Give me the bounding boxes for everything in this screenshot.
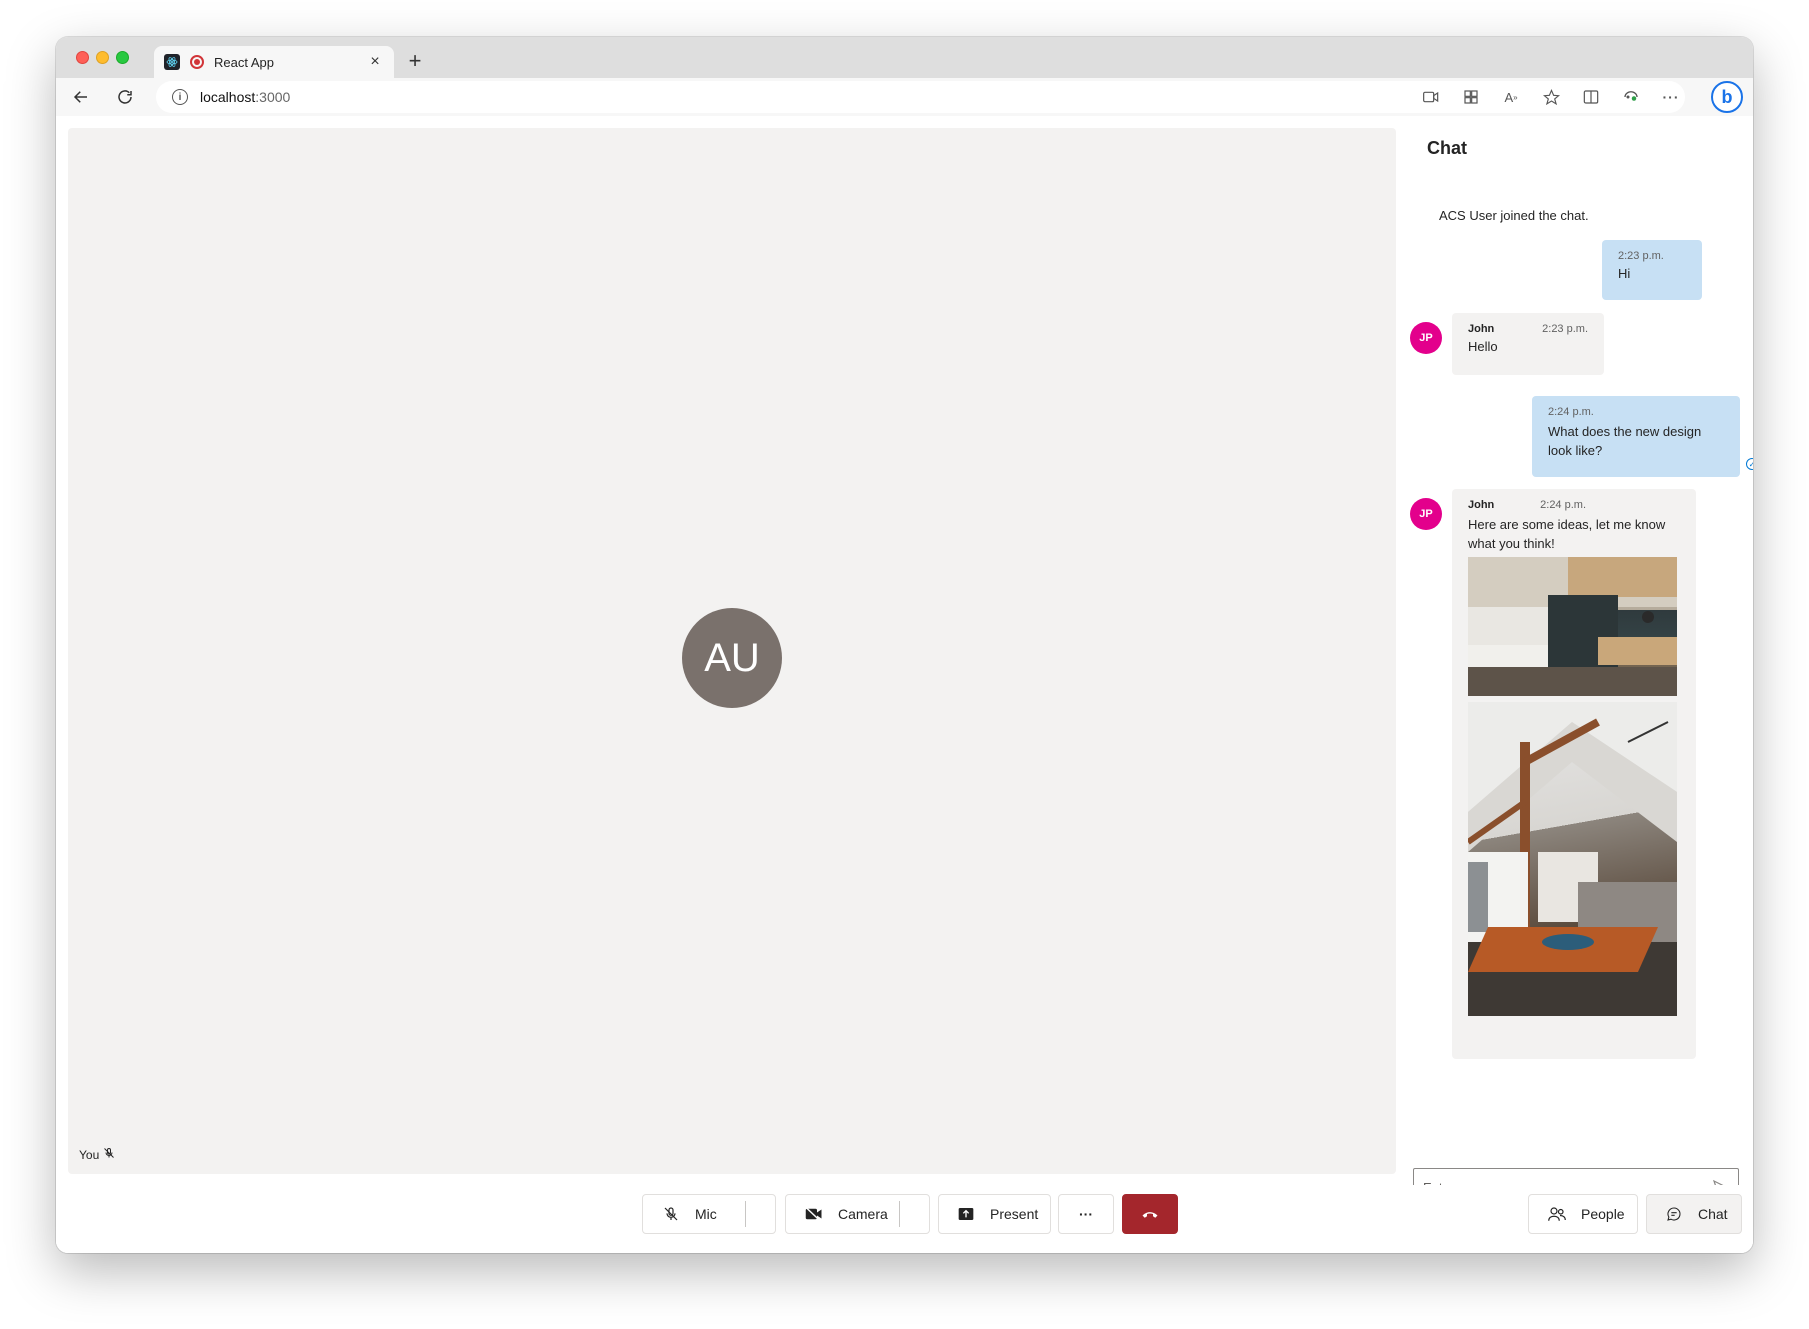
chat-toggle-button[interactable]: Chat bbox=[1646, 1194, 1742, 1234]
mic-label: Mic bbox=[695, 1206, 717, 1222]
people-label: People bbox=[1581, 1206, 1625, 1222]
bing-copilot-icon[interactable]: b bbox=[1711, 81, 1743, 113]
message-text: What does the new design look like? bbox=[1548, 424, 1702, 458]
chat-title: Chat bbox=[1427, 138, 1467, 158]
mic-off-icon bbox=[661, 1206, 681, 1222]
camera-permission-icon[interactable] bbox=[1421, 87, 1441, 107]
minimize-window-button[interactable] bbox=[96, 51, 109, 64]
message-time: 2:24 p.m. bbox=[1540, 499, 1586, 511]
chat-pane: Chat ACS User joined the chat. 2:23 p.m.… bbox=[1406, 116, 1753, 1206]
address-bar: i localhost:3000 A» ··· b bbox=[56, 78, 1753, 116]
video-stage: AU You bbox=[68, 128, 1396, 1174]
message-time: 2:23 p.m. bbox=[1618, 250, 1664, 262]
message-time: 2:24 p.m. bbox=[1548, 406, 1594, 418]
browser-window: React App × + i localhost:3000 A» ··· b… bbox=[56, 37, 1753, 1253]
chat-label: Chat bbox=[1698, 1206, 1728, 1222]
maximize-window-button[interactable] bbox=[116, 51, 129, 64]
message-text: Hello bbox=[1468, 339, 1498, 354]
close-window-button[interactable] bbox=[76, 51, 89, 64]
living-room-image[interactable] bbox=[1468, 702, 1677, 1016]
camera-label: Camera bbox=[838, 1206, 888, 1222]
app-content: AU You Chat ACS User joined the chat. 2:… bbox=[56, 116, 1753, 1253]
react-favicon-icon bbox=[164, 54, 180, 70]
hang-up-icon bbox=[1141, 1206, 1159, 1222]
message-bubble-mine[interactable]: 2:23 p.m. Hi bbox=[1602, 240, 1702, 300]
message-meta: John 2:24 p.m. bbox=[1468, 499, 1586, 511]
message-time: 2:23 p.m. bbox=[1542, 323, 1588, 335]
camera-split-divider bbox=[899, 1201, 900, 1227]
split-screen-icon[interactable] bbox=[1581, 87, 1601, 107]
people-button[interactable]: People bbox=[1528, 1194, 1638, 1234]
mic-button[interactable]: Mic bbox=[642, 1194, 776, 1234]
sender-avatar: JP bbox=[1410, 498, 1442, 530]
mic-muted-icon bbox=[103, 1147, 115, 1162]
present-button[interactable]: Present bbox=[938, 1194, 1051, 1234]
system-message: ACS User joined the chat. bbox=[1439, 208, 1589, 223]
kitchen-image[interactable] bbox=[1468, 557, 1677, 696]
message-bubble-other[interactable]: John 2:24 p.m. Here are some ideas, let … bbox=[1452, 489, 1696, 1059]
read-aloud-icon[interactable]: A» bbox=[1501, 87, 1521, 107]
url-port: :3000 bbox=[255, 89, 291, 105]
present-label: Present bbox=[990, 1206, 1039, 1222]
tab-title: React App bbox=[214, 54, 274, 70]
self-tile-label: You bbox=[79, 1147, 115, 1162]
people-icon bbox=[1547, 1206, 1567, 1222]
message-bubble-other[interactable]: John 2:23 p.m. Hello bbox=[1452, 313, 1604, 375]
more-options-icon[interactable]: ··· bbox=[1661, 87, 1681, 107]
call-controls-bar: Mic Camera Present ··· People Chat bbox=[56, 1185, 1753, 1253]
more-label: ··· bbox=[1079, 1206, 1093, 1222]
more-button[interactable]: ··· bbox=[1058, 1194, 1114, 1234]
share-screen-icon bbox=[956, 1207, 976, 1221]
favorite-star-icon[interactable] bbox=[1541, 87, 1561, 107]
read-receipt-icon: ✓ bbox=[1746, 458, 1753, 470]
tab-close-icon[interactable]: × bbox=[366, 53, 384, 71]
browser-toolbar: A» ··· bbox=[1421, 78, 1681, 116]
camera-off-icon bbox=[804, 1206, 824, 1222]
message-text: Hi bbox=[1618, 266, 1631, 281]
extensions-icon[interactable] bbox=[1621, 87, 1641, 107]
site-info-icon[interactable]: i bbox=[172, 89, 188, 105]
message-sender: John bbox=[1468, 499, 1495, 511]
message-text: Here are some ideas, let me know what yo… bbox=[1468, 517, 1666, 551]
reload-icon[interactable] bbox=[114, 86, 136, 108]
recording-icon bbox=[190, 55, 204, 69]
browser-tab[interactable]: React App × bbox=[154, 46, 394, 78]
message-bubble-mine[interactable]: 2:24 p.m. What does the new design look … bbox=[1532, 396, 1740, 477]
self-name: You bbox=[79, 1147, 100, 1162]
participant-avatar: AU bbox=[682, 608, 782, 708]
message-meta: John 2:23 p.m. bbox=[1468, 323, 1588, 335]
sender-avatar: JP bbox=[1410, 322, 1442, 354]
back-arrow-icon[interactable] bbox=[70, 86, 92, 108]
title-bar: React App × + bbox=[56, 37, 1753, 78]
new-tab-button[interactable]: + bbox=[403, 47, 427, 75]
url-host: localhost bbox=[200, 89, 256, 105]
hang-up-button[interactable] bbox=[1122, 1194, 1178, 1234]
apps-icon[interactable] bbox=[1461, 87, 1481, 107]
message-sender: John bbox=[1468, 323, 1495, 335]
camera-button[interactable]: Camera bbox=[785, 1194, 930, 1234]
mic-split-divider bbox=[745, 1201, 746, 1227]
chat-bubble-icon bbox=[1664, 1206, 1684, 1222]
